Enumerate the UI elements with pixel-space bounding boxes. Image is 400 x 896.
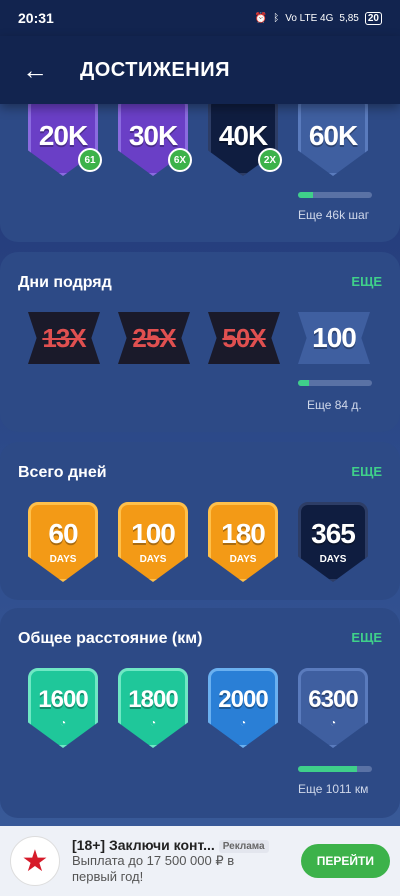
star-logo-icon: ★ <box>10 836 60 886</box>
speedometer-icon: ◔ <box>239 717 247 729</box>
badge-distance-1600[interactable]: 1600 ◔ <box>28 668 98 748</box>
section-title: Дни подряд <box>18 274 112 291</box>
streak-progress-bar <box>298 380 372 386</box>
badge-streak-25[interactable]: 25X <box>118 312 190 364</box>
distance-card: Общее расстояние (км) ЕЩЕ 1600 ◔ 1800 ◔ … <box>0 608 400 818</box>
multiplier-badge: 61 <box>78 148 102 172</box>
section-title: Всего дней <box>18 464 107 481</box>
badge-distance-2000[interactable]: 2000 ◔ <box>208 668 278 748</box>
status-bar: 20:31 ⏰ ᛒ Vo LTE 4G 5,85 20 <box>0 0 400 36</box>
steps-progress-bar <box>298 192 372 198</box>
steps-progress-text: Еще 46k шаг <box>298 208 370 222</box>
ad-go-button[interactable]: ПЕРЕЙТИ <box>300 844 390 878</box>
more-link[interactable]: ЕЩЕ <box>351 464 382 479</box>
bluetooth-icon: ᛒ <box>273 12 280 24</box>
badge-distance-6300[interactable]: 6300 ◔ <box>298 668 368 748</box>
multiplier-badge: 2X <box>258 148 282 172</box>
more-link[interactable]: ЕЩЕ <box>351 274 382 289</box>
network-label: Vo LTE 4G <box>285 12 334 24</box>
distance-progress-bar <box>298 766 372 772</box>
badge-days-100[interactable]: 100 DAYS <box>118 502 188 582</box>
multiplier-badge: 6X <box>168 148 192 172</box>
ad-subtitle: Выплата до 17 500 000 ₽ в первый год! <box>72 852 235 884</box>
alarm-icon: ⏰ <box>254 12 268 24</box>
badge-streak-50[interactable]: 50X <box>208 312 280 364</box>
badge-steps-60k[interactable]: 60K <box>298 96 368 176</box>
ad-banner[interactable]: ★ [18+] Заключи конт... Реклама Выплата д… <box>0 826 400 896</box>
section-title: Общее расстояние (км) <box>18 630 203 647</box>
status-time: 20:31 <box>18 10 54 26</box>
battery-icon: 20 <box>364 11 382 25</box>
total-days-card: Всего дней ЕЩЕ 60 DAYS 100 DAYS 180 DAYS… <box>0 442 400 600</box>
ad-tag: Реклама <box>218 839 269 853</box>
page-title: ДОСТИЖЕНИЯ <box>80 58 230 81</box>
ad-title: [18+] Заключи конт... Реклама <box>72 837 282 853</box>
badge-days-60[interactable]: 60 DAYS <box>28 502 98 582</box>
streak-progress-text: Еще 84 д. <box>307 398 362 412</box>
app-header: ← ДОСТИЖЕНИЯ <box>0 36 400 104</box>
speedometer-icon: ◔ <box>149 717 157 729</box>
badge-days-365[interactable]: 365 DAYS <box>298 502 368 582</box>
badge-days-180[interactable]: 180 DAYS <box>208 502 278 582</box>
speed-label: 5,85 <box>339 12 359 24</box>
ad-text: [18+] Заключи конт... Реклама Выплата до … <box>72 837 282 886</box>
speedometer-icon: ◔ <box>329 717 337 729</box>
status-icons: ⏰ ᛒ Vo LTE 4G 5,85 20 <box>254 11 382 25</box>
more-link[interactable]: ЕЩЕ <box>351 630 382 645</box>
speedometer-icon: ◔ <box>59 717 67 729</box>
streak-card: Дни подряд ЕЩЕ 13X 25X 50X 100 Еще 84 д. <box>0 252 400 432</box>
badge-streak-100[interactable]: 100 <box>298 312 370 364</box>
badge-streak-13[interactable]: 13X <box>28 312 100 364</box>
badge-distance-1800[interactable]: 1800 ◔ <box>118 668 188 748</box>
distance-progress-text: Еще 1011 км <box>298 782 369 796</box>
arrow-left-icon[interactable]: ← <box>0 55 70 86</box>
